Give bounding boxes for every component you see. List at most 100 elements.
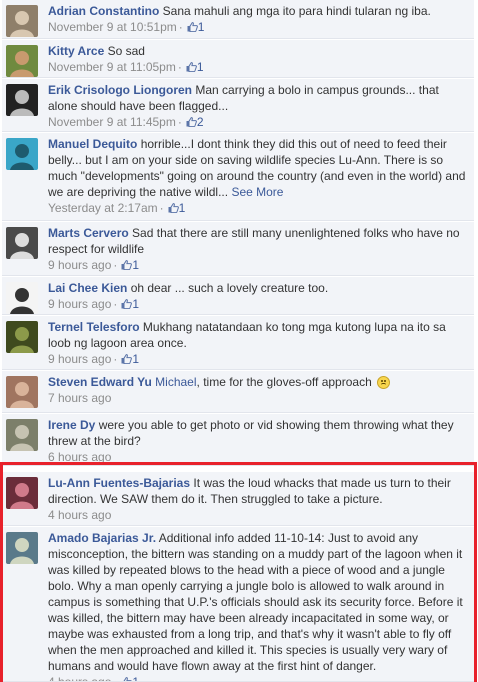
comment-item: Steven Edward Yu Michael, time for the g…: [2, 371, 474, 413]
comment-timestamp[interactable]: 9 hours ago: [48, 297, 111, 311]
comment-meta: November 9 at 11:05pm · 1: [48, 59, 468, 75]
comment-author-link[interactable]: Irene Dy: [48, 418, 95, 432]
comment-timestamp[interactable]: 9 hours ago: [48, 352, 111, 366]
like-count[interactable]: 1: [132, 352, 139, 366]
separator: ·: [177, 60, 182, 74]
comment-meta: 9 hours ago · 1: [48, 351, 468, 367]
see-more-link[interactable]: See More: [231, 185, 283, 199]
comment-author-link[interactable]: Steven Edward Yu: [48, 375, 152, 389]
thumbs-up-icon: [186, 62, 197, 72]
comment-body: Manuel Dequito horrible...I dont think t…: [48, 136, 468, 216]
comment-text-block: Kitty Arce So sad: [48, 43, 468, 59]
avatar[interactable]: [6, 282, 38, 314]
comment-item: Irene Dy were you able to get photo or v…: [2, 414, 474, 466]
thumbs-up-icon: [187, 22, 198, 32]
avatar[interactable]: [6, 45, 38, 77]
comment-meta: Yesterday at 2:17am · 1: [48, 200, 468, 216]
separator: ·: [113, 352, 118, 366]
comment-item: Amado Bajarias Jr. Additional info added…: [2, 527, 474, 682]
comment-text-block: Manuel Dequito horrible...I dont think t…: [48, 136, 468, 200]
comment-text: Sana mahuli ang mga ito para hindi tular…: [162, 4, 431, 18]
comment-item: Ternel Telesforo Mukhang natatandaan ko …: [2, 316, 474, 370]
comment-author-link[interactable]: Lu-Ann Fuentes-Bajarias: [48, 476, 190, 490]
comment-meta: 9 hours ago · 1: [48, 257, 468, 273]
comment-text-block: Irene Dy were you able to get photo or v…: [48, 417, 468, 449]
like-count[interactable]: 1: [132, 675, 139, 681]
comment-meta: 6 hours ago: [48, 449, 468, 465]
avatar[interactable]: [6, 419, 38, 451]
comment-item: Lu-Ann Fuentes-Bajarias It was the loud …: [2, 472, 474, 526]
comment-meta: 9 hours ago · 1: [48, 296, 468, 312]
comment-text: , time for the gloves-off approach: [196, 375, 372, 389]
like-count[interactable]: 1: [197, 60, 204, 74]
comment-item: Adrian Constantino Sana mahuli ang mga i…: [2, 0, 474, 39]
mention-link[interactable]: Michael: [155, 375, 196, 389]
thumbs-up-icon: [123, 677, 133, 681]
like-count[interactable]: 2: [197, 115, 204, 129]
like-count[interactable]: 1: [132, 258, 139, 272]
comment-timestamp[interactable]: 4 hours ago: [48, 508, 111, 522]
comment-author-link[interactable]: Lai Chee Kien: [48, 281, 127, 295]
avatar[interactable]: [6, 321, 38, 353]
comment-item: Kitty Arce So sad November 9 at 11:05pm · 1: [2, 40, 474, 78]
comment-author-link[interactable]: Kitty Arce: [48, 44, 104, 58]
separator: ·: [113, 258, 118, 272]
comment-author-link[interactable]: Manuel Dequito: [48, 137, 137, 151]
comment-body: Amado Bajarias Jr. Additional info added…: [48, 530, 468, 682]
comment-body: Ternel Telesforo Mukhang natatandaan ko …: [48, 319, 468, 367]
comment-body: Kitty Arce So sad November 9 at 11:05pm · 1: [48, 43, 468, 75]
comment-body: Marts Cervero Sad that there are still m…: [48, 225, 468, 273]
comment-meta: 7 hours ago: [48, 390, 468, 406]
comment-timestamp[interactable]: November 9 at 10:51pm: [48, 20, 177, 34]
comment-timestamp[interactable]: November 9 at 11:45pm: [48, 115, 176, 129]
comment-item: Manuel Dequito horrible...I dont think t…: [2, 133, 474, 221]
comment-body: Irene Dy were you able to get photo or v…: [48, 417, 468, 465]
comment-meta: November 9 at 11:45pm · 2: [48, 114, 468, 130]
comment-timestamp[interactable]: Yesterday at 2:17am: [48, 201, 158, 215]
comment-text-block: Steven Edward Yu Michael, time for the g…: [48, 374, 468, 390]
avatar[interactable]: [6, 84, 38, 116]
separator: ·: [178, 20, 183, 34]
comment-body: Lu-Ann Fuentes-Bajarias It was the loud …: [48, 475, 468, 523]
comment-text-block: Lai Chee Kien oh dear ... such a lovely …: [48, 280, 468, 296]
thumbs-up-icon: [168, 203, 179, 213]
comment-timestamp[interactable]: 7 hours ago: [48, 391, 111, 405]
comment-body: Steven Edward Yu Michael, time for the g…: [48, 374, 468, 406]
avatar[interactable]: [6, 227, 38, 259]
comment-timestamp[interactable]: 6 hours ago: [48, 450, 111, 464]
comment-author-link[interactable]: Adrian Constantino: [48, 4, 159, 18]
comment-meta: 4 hours ago · 1: [48, 674, 468, 682]
like-count[interactable]: 1: [132, 297, 139, 311]
like-count[interactable]: 1: [198, 20, 205, 34]
comment-timestamp[interactable]: November 9 at 11:05pm: [48, 60, 176, 74]
avatar[interactable]: [6, 138, 38, 170]
comment-meta: November 9 at 10:51pm · 1: [48, 19, 468, 35]
separator: ·: [113, 675, 118, 682]
separator: ·: [159, 201, 164, 215]
comment-body: Erik Crisologo Liongoren Man carrying a …: [48, 82, 468, 130]
comment-author-link[interactable]: Amado Bajarias Jr.: [48, 531, 156, 545]
separator: ·: [113, 297, 118, 311]
comment-timestamp[interactable]: 4 hours ago: [48, 675, 111, 681]
comment-text: were you able to get photo or vid showin…: [48, 418, 454, 448]
like-count[interactable]: 1: [179, 201, 186, 215]
separator: ·: [177, 115, 182, 129]
avatar[interactable]: [6, 5, 38, 37]
comment-text-block: Adrian Constantino Sana mahuli ang mga i…: [48, 3, 468, 19]
comment-author-link[interactable]: Ternel Telesforo: [48, 320, 140, 334]
comment-timestamp[interactable]: 9 hours ago: [48, 258, 111, 272]
comment-item: Marts Cervero Sad that there are still m…: [2, 222, 474, 276]
avatar[interactable]: [6, 532, 38, 564]
thumbs-up-icon: [121, 260, 133, 270]
avatar[interactable]: [6, 477, 38, 509]
comment-item: Lai Chee Kien oh dear ... such a lovely …: [2, 277, 474, 315]
frown-emoji-icon: [377, 376, 391, 389]
thumbs-up-icon: [121, 299, 133, 309]
comment-author-link[interactable]: Marts Cervero: [48, 226, 129, 240]
comment-body: Adrian Constantino Sana mahuli ang mga i…: [48, 3, 468, 35]
comment-text: Additional info added 11-10-14: Just to …: [48, 531, 463, 673]
comment-item: Erik Crisologo Liongoren Man carrying a …: [2, 79, 474, 132]
comment-text-block: Erik Crisologo Liongoren Man carrying a …: [48, 82, 468, 114]
avatar[interactable]: [6, 376, 38, 408]
comment-author-link[interactable]: Erik Crisologo Liongoren: [48, 83, 192, 97]
